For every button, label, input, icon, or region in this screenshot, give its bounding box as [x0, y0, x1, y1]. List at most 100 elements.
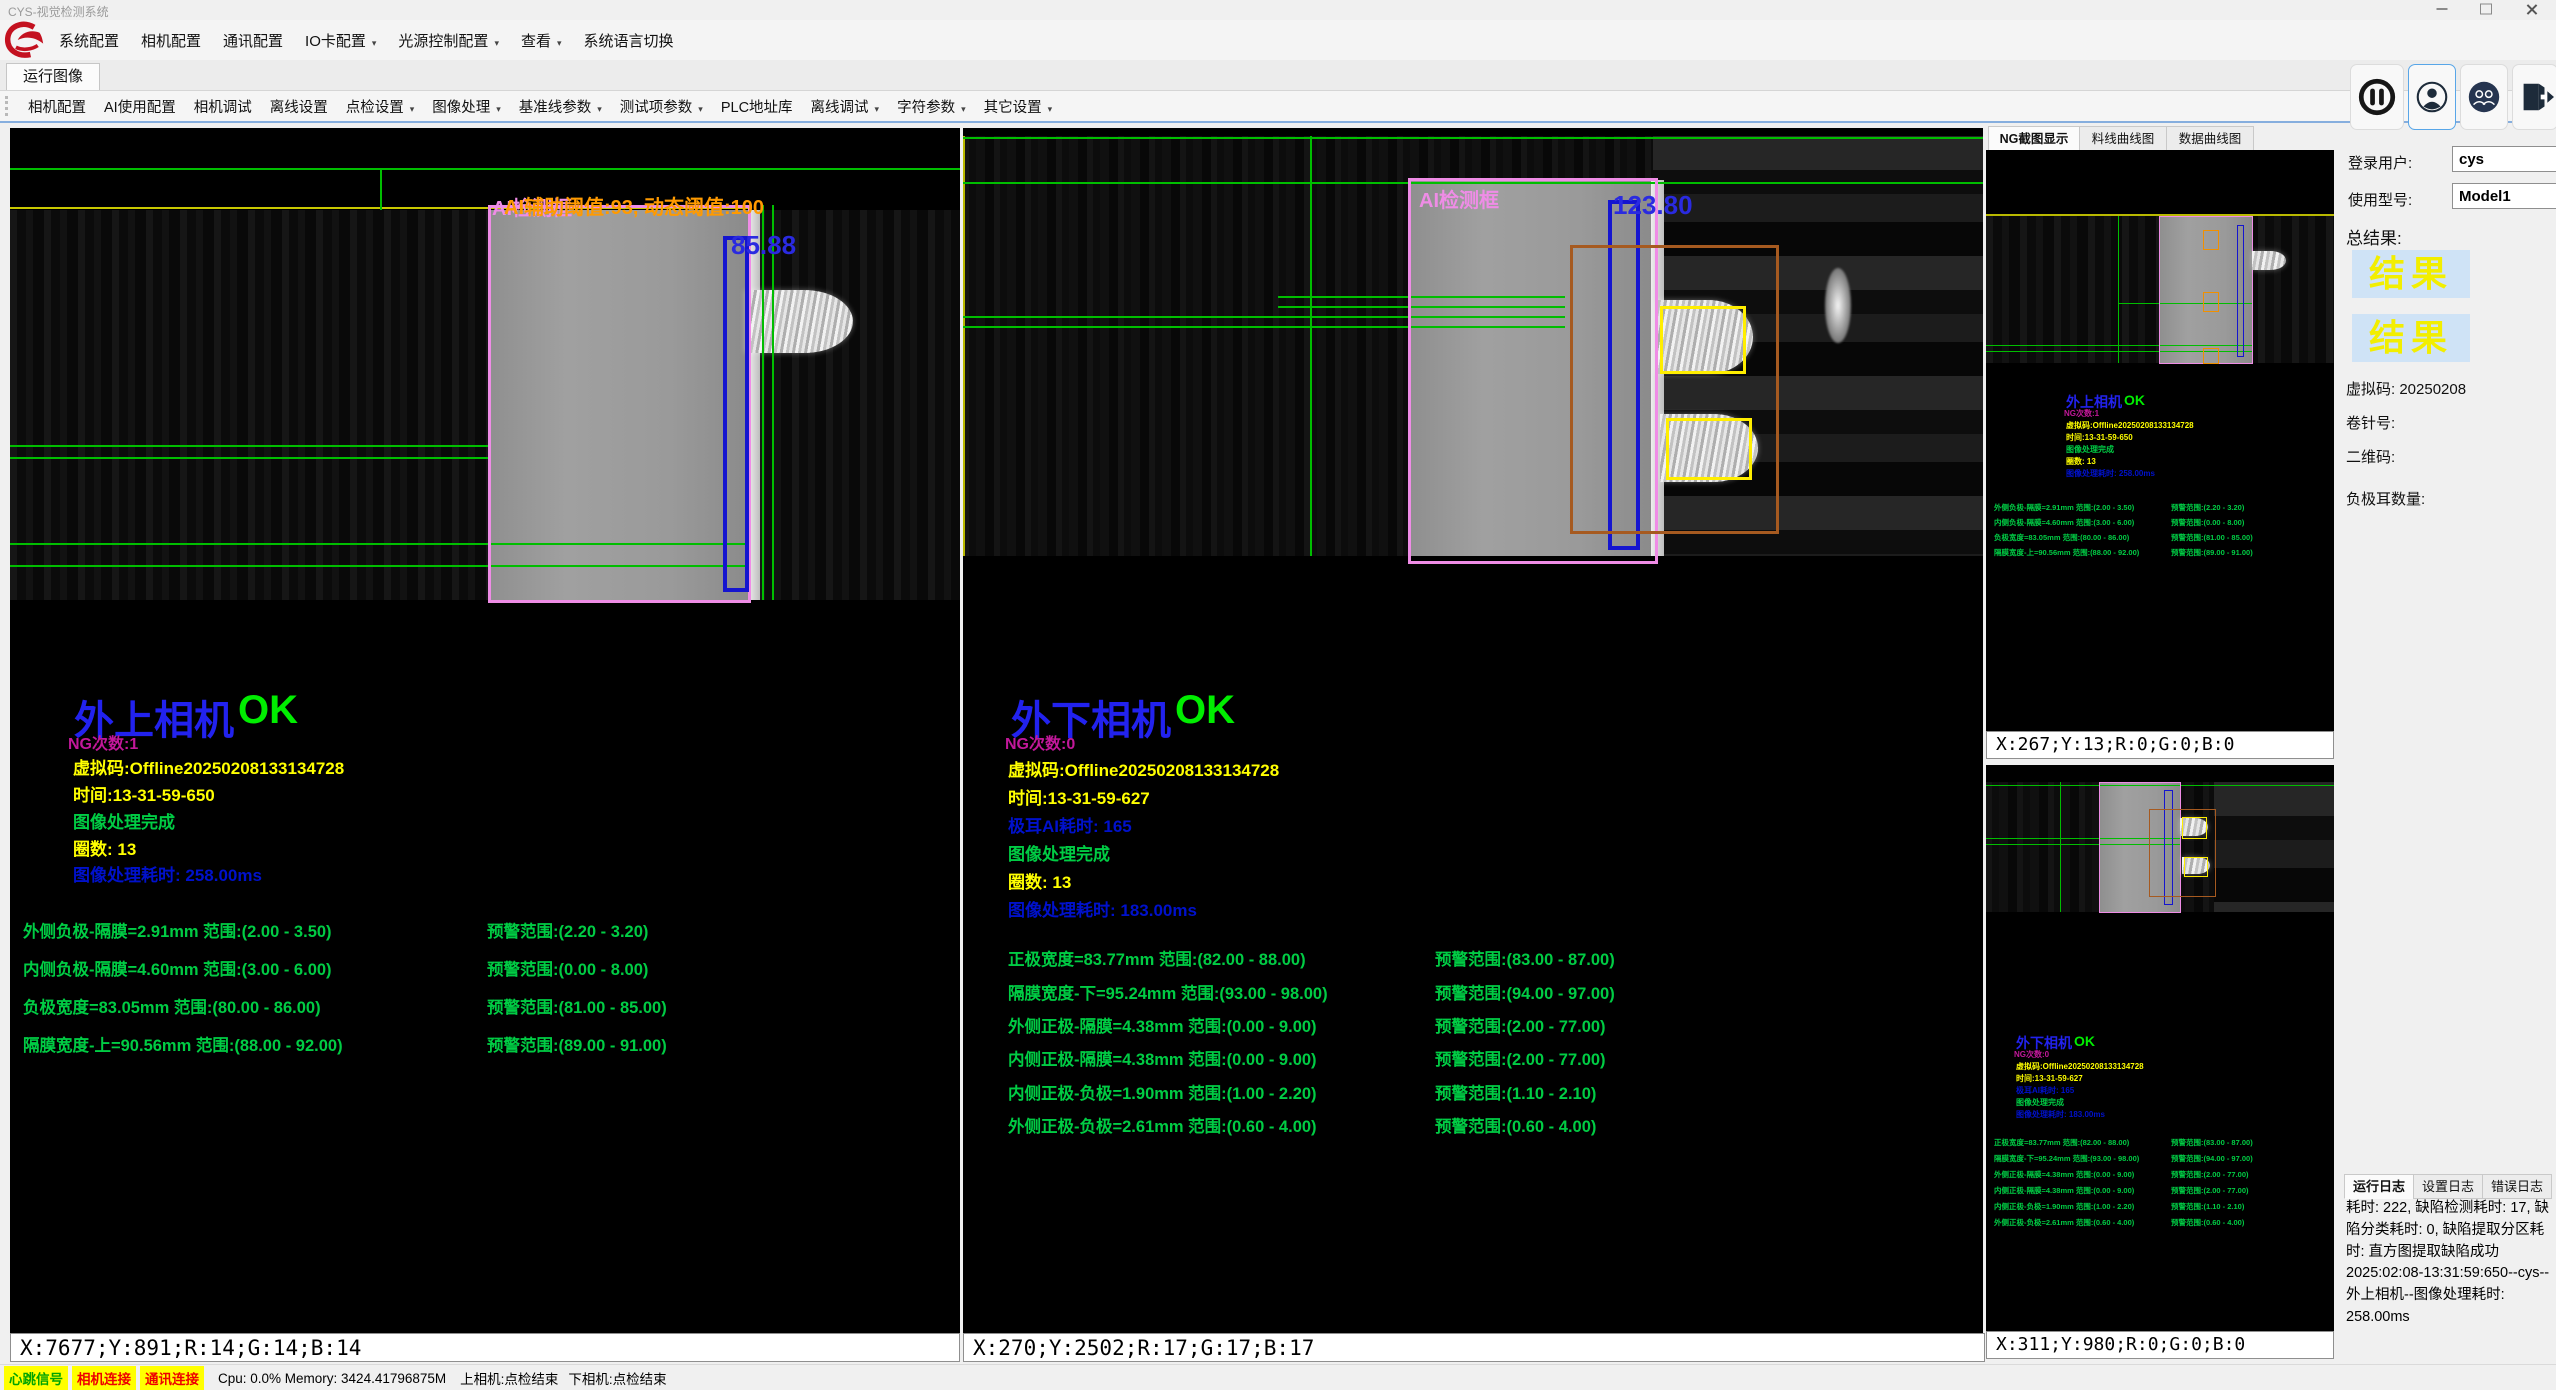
- tab-setting-log[interactable]: 设置日志: [2413, 1174, 2483, 1199]
- loop-count-text: 圈数: 13: [73, 835, 136, 860]
- process-done-text: 图像处理完成: [73, 808, 175, 833]
- ng-count-text: NG次数:1: [68, 730, 138, 754]
- thumb1-coordinate-bar: X:267;Y:13;R:0;G:0;B:0: [1986, 731, 2334, 759]
- green-line: [10, 168, 960, 170]
- ai-threshold-text: AI辅助阈值:93, 动态阈值:100: [504, 191, 764, 220]
- maximize-button[interactable]: [2464, 0, 2508, 18]
- users-button[interactable]: [2460, 64, 2508, 130]
- thumbnail-lower-camera[interactable]: 外下相机 OK NG次数:0 虚拟码:Offline20250208133134…: [1986, 765, 2334, 1331]
- user-button[interactable]: [2408, 64, 2456, 130]
- measurement-warning: 预警范围:(81.00 - 85.00): [487, 994, 667, 1018]
- close-button[interactable]: [2510, 0, 2554, 18]
- menu-item-language-switch[interactable]: 系统语言切换: [573, 24, 685, 57]
- thumb-measure: 正极宽度=83.77mm 范围:(82.00 - 88.00): [1994, 1137, 2129, 1148]
- measurement-text: 外侧正极-负极=2.61mm 范围:(0.60 - 4.00): [1008, 1113, 1317, 1137]
- login-user-field[interactable]: [2452, 146, 2556, 172]
- measurement-text: 隔膜宽度-下=95.24mm 范围:(93.00 - 98.00): [1008, 980, 1328, 1004]
- minimize-button[interactable]: [2420, 0, 2464, 18]
- thumb-warn: 预警范围:(0.00 - 8.00): [2171, 517, 2244, 528]
- measurement-text: 外侧负极-隔膜=2.91mm 范围:(2.00 - 3.50): [23, 918, 332, 942]
- tool-camera-debug[interactable]: 相机调试: [185, 92, 261, 121]
- defect-box: [2203, 292, 2219, 312]
- thumb-warn: 预警范围:(0.60 - 4.00): [2171, 1217, 2244, 1228]
- measurement-text: 内侧负极-隔膜=4.60mm 范围:(3.00 - 6.00): [23, 956, 332, 980]
- menu-item-view[interactable]: 查看: [510, 24, 573, 57]
- thumb1-coordinate-text: X:267;Y:13;R:0;G:0;B:0: [1996, 734, 2234, 755]
- menu-item-comm-config[interactable]: 通讯配置: [212, 24, 294, 57]
- tool-camera-config[interactable]: 相机配置: [19, 92, 95, 121]
- neg-tab-count-label: 负极耳数量:: [2346, 488, 2425, 509]
- thumb2-coordinate-bar: X:311;Y:980;R:0;G:0;B:0: [1986, 1331, 2334, 1359]
- defect-box: [2203, 230, 2219, 250]
- defect-box: [2203, 348, 2219, 364]
- middle-coordinate-bar: X:270;Y:2502;R:17;G:17;B:17: [963, 1333, 1985, 1362]
- menu-item-camera-config[interactable]: 相机配置: [130, 24, 212, 57]
- thumb-measure: 内侧正极-隔膜=4.38mm 范围:(0.00 - 9.00): [1994, 1185, 2134, 1196]
- ng-count-text: NG次数:0: [1005, 730, 1075, 754]
- users-icon: [2465, 78, 2503, 116]
- tool-image-process[interactable]: 图像处理: [423, 92, 510, 121]
- right-camera-viewport[interactable]: AI检测框 123.80 外下相机 OK NG次数:0 虚拟码:Offline2…: [963, 128, 1983, 1333]
- tool-other-settings[interactable]: 其它设置: [975, 92, 1062, 121]
- menu-item-light-control-config[interactable]: 光源控制配置: [387, 24, 510, 57]
- app-logo-icon: [2, 20, 48, 60]
- pause-button[interactable]: [2350, 64, 2404, 130]
- green-line: [10, 457, 488, 459]
- tab-run-log[interactable]: 运行日志: [2344, 1174, 2414, 1199]
- thumb-warn: 预警范围:(94.00 - 97.00): [2171, 1153, 2253, 1164]
- green-line: [2060, 782, 2061, 912]
- virtual-code-text: 虚拟码:Offline20250208133134728: [1008, 756, 1279, 781]
- pause-icon: [2356, 76, 2398, 118]
- comm-connect-status: 通讯连接: [140, 1366, 204, 1390]
- left-coordinate-text: X:7677;Y:891;R:14;G:14;B:14: [20, 1336, 361, 1360]
- tab-line-curve[interactable]: 料线曲线图: [2079, 126, 2167, 152]
- ai-cost-text: 极耳AI耗时: 165: [1008, 812, 1132, 837]
- tab-run-image[interactable]: 运行图像: [6, 63, 100, 90]
- measurement-text: 正极宽度=83.77mm 范围:(82.00 - 88.00): [1008, 946, 1306, 970]
- tab-error-log[interactable]: 错误日志: [2482, 1174, 2552, 1199]
- measurement-text: 负极宽度=83.05mm 范围:(80.00 - 86.00): [23, 994, 321, 1018]
- thumb-time: 时间:13-31-59-650: [2066, 432, 2133, 443]
- logout-icon: [2516, 78, 2554, 116]
- measurement-text: 隔膜宽度-上=90.56mm 范围:(88.00 - 92.00): [23, 1032, 343, 1056]
- tool-bar: 相机配置 AI使用配置 相机调试 离线设置 点检设置 图像处理 基准线参数 测试…: [0, 91, 2556, 123]
- model-field[interactable]: [2452, 183, 2556, 209]
- tool-char-params[interactable]: 字符参数: [888, 92, 975, 121]
- main-tab-row: 运行图像: [0, 60, 2556, 91]
- tab-data-curve[interactable]: 数据曲线图: [2166, 126, 2254, 152]
- menu-item-system-config[interactable]: 系统配置: [48, 24, 130, 57]
- login-user-label: 登录用户:: [2348, 152, 2412, 173]
- metal-highlight: [1825, 268, 1851, 343]
- measurement-text: 外侧正极-隔膜=4.38mm 范围:(0.00 - 9.00): [1008, 1013, 1317, 1037]
- measure-rect: [2237, 225, 2244, 357]
- yellow-line: [963, 136, 965, 556]
- process-cost-text: 图像处理耗时: 183.00ms: [1008, 896, 1197, 921]
- tool-ai-use-config[interactable]: AI使用配置: [95, 92, 185, 121]
- tool-offline-debug[interactable]: 离线调试: [802, 92, 889, 121]
- window-title: CYS-视觉检测系统: [8, 3, 109, 20]
- ai-detect-rect: [488, 205, 751, 603]
- exit-button[interactable]: [2512, 64, 2556, 130]
- green-line: [380, 168, 382, 210]
- tab-ng-snapshot[interactable]: NG截图显示: [1988, 126, 2080, 152]
- minimize-icon: [2437, 8, 2448, 10]
- virtual-code-text: 虚拟码:Offline20250208133134728: [73, 754, 344, 779]
- thumb-cost: 图像处理耗时: 258.00ms: [2066, 468, 2155, 479]
- menu-item-io-card-config[interactable]: IO卡配置: [294, 24, 387, 57]
- thumb2-coordinate-text: X:311;Y:980;R:0;G:0;B:0: [1996, 1334, 2245, 1355]
- tool-plc-address[interactable]: PLC地址库: [712, 92, 802, 121]
- thumb-measure: 外侧正极-负极=2.61mm 范围:(0.60 - 4.00): [1994, 1217, 2134, 1228]
- tool-offline-setting[interactable]: 离线设置: [261, 92, 337, 121]
- tool-spot-check-setting[interactable]: 点检设置: [337, 92, 424, 121]
- left-camera-viewport[interactable]: AI检测框 AI辅助阈值:93, 动态阈值:100 85.88 外上相机 OK …: [10, 128, 960, 1333]
- measurement-text: 内侧正极-负极=1.90mm 范围:(1.00 - 2.20): [1008, 1080, 1317, 1104]
- thumb-ng: NG次数:0: [2014, 1049, 2049, 1060]
- camera-status-ok: OK: [238, 688, 298, 733]
- status-bar: 心跳信号 相机连接 通讯连接 Cpu: 0.0% Memory: 3424.41…: [0, 1364, 2556, 1390]
- tool-baseline-params[interactable]: 基准线参数: [510, 92, 611, 121]
- width-readout: 85.88: [731, 230, 796, 261]
- time-text: 时间:13-31-59-650: [73, 781, 215, 806]
- thumbnail-upper-camera[interactable]: 外上相机 OK NG次数:1 虚拟码:Offline20250208133134…: [1986, 150, 2334, 731]
- run-log-text[interactable]: 耗时: 222, 缺陷检测耗时: 17, 缺陷分类耗时: 0, 缺陷提取分区耗时…: [2346, 1198, 2550, 1386]
- tool-test-item-params[interactable]: 测试项参数: [611, 92, 712, 121]
